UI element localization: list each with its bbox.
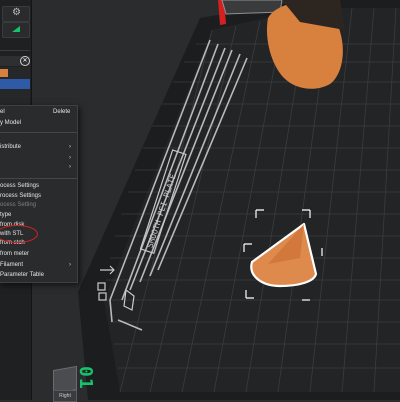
top-rail <box>221 0 283 15</box>
chevron-right-icon: › <box>69 144 71 150</box>
navigation-cube[interactable]: Right <box>48 364 78 402</box>
close-icon[interactable]: ✕ <box>20 56 30 66</box>
context-menu: el Delete y Model istribute › › › ocess … <box>0 105 78 283</box>
cube-face-label: Right <box>53 390 77 402</box>
chevron-right-icon: › <box>69 155 71 161</box>
settings-row[interactable]: ⚙ <box>2 6 30 22</box>
object-list-header: ✕ <box>0 56 30 66</box>
gear-icon[interactable]: ⚙ <box>12 7 21 18</box>
tree-icon[interactable] <box>12 26 20 32</box>
tree-row[interactable] <box>2 22 30 38</box>
plate-number[interactable]: 01 <box>75 366 96 390</box>
object-selected-row[interactable] <box>0 79 30 89</box>
chevron-right-icon: › <box>69 262 71 268</box>
object-list[interactable] <box>0 67 30 105</box>
filament-swatch <box>0 69 8 77</box>
chevron-right-icon: › <box>69 164 71 170</box>
